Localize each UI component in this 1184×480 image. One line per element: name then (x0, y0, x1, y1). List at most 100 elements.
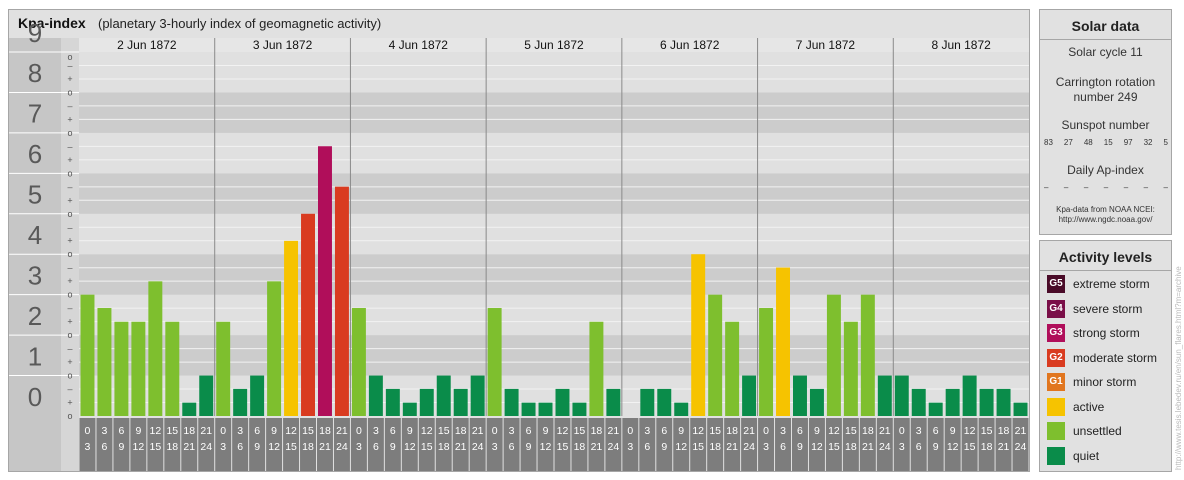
interval-end-label: 12 (268, 441, 280, 453)
interval-end-label: 9 (933, 441, 939, 453)
interval-start-label: 0 (492, 425, 498, 437)
kp-bar (555, 388, 570, 416)
interval-start-label: 9 (271, 425, 277, 437)
kp-bar (131, 321, 146, 416)
kp-bar (148, 281, 163, 416)
kp-bar (809, 388, 824, 416)
ap-value: – (1063, 183, 1069, 192)
kp-bar (521, 402, 536, 416)
interval-start-label: 21 (200, 425, 212, 437)
kp-bar (759, 308, 774, 416)
interval-start-label: 18 (183, 425, 195, 437)
kp-bar (877, 375, 892, 416)
interval-start-label: 15 (438, 425, 450, 437)
day-label: 5 Jun 1872 (524, 38, 584, 52)
minor-tick-mark: – (67, 384, 72, 394)
kp-bar (368, 375, 383, 416)
interval-start-label: 3 (644, 425, 650, 437)
interval-start-label: 3 (373, 425, 379, 437)
interval-end-label: 18 (981, 441, 993, 453)
minor-tick-mark: – (67, 263, 72, 273)
kp-bar (928, 402, 943, 416)
activity-level-item: G4 severe storm (1047, 299, 1171, 320)
interval-end-label: 24 (472, 441, 484, 453)
activity-level-swatch: G1 (1047, 373, 1065, 391)
kp-bar (436, 375, 451, 416)
activity-level-label: moderate storm (1073, 350, 1158, 365)
interval-end-label: 21 (726, 441, 738, 453)
interval-end-label: 9 (254, 441, 260, 453)
y-tick-label: 1 (28, 341, 42, 371)
interval-end-label: 18 (709, 441, 721, 453)
activity-level-swatch: G4 (1047, 299, 1065, 318)
interval-start-label: 21 (879, 425, 891, 437)
interval-end-label: 12 (947, 441, 959, 453)
interval-end-label: 18 (574, 441, 586, 453)
kp-bar (97, 308, 112, 416)
interval-end-label: 12 (811, 441, 823, 453)
kp-bar (216, 321, 231, 416)
interval-end-label: 6 (644, 441, 650, 453)
kp-bar (606, 388, 621, 416)
sunspot-value: 27 (1063, 138, 1073, 147)
kp-band (79, 52, 1029, 93)
interval-start-label: 0 (220, 425, 226, 437)
minor-tick-mark: o (67, 371, 72, 381)
minor-tick-mark: o (67, 209, 72, 219)
minor-tick-mark: + (67, 155, 72, 165)
kp-bar (419, 388, 434, 416)
kp-bar (894, 375, 909, 416)
activity-level-label: extreme storm (1073, 277, 1150, 291)
interval-end-label: 15 (557, 441, 569, 453)
kp-bar (1013, 402, 1028, 416)
interval-end-label: 12 (404, 441, 416, 453)
kp-bar (793, 375, 807, 416)
interval-end-label: 3 (492, 441, 498, 453)
kp-bar (334, 186, 349, 416)
activity-level-swatch (1047, 422, 1065, 440)
interval-start-label: 6 (118, 425, 124, 437)
interval-start-label: 12 (285, 425, 297, 437)
day-label: 3 Jun 1872 (253, 38, 313, 52)
kp-bar (114, 321, 129, 416)
minor-tick-mark: – (67, 344, 72, 354)
interval-end-label: 15 (828, 441, 840, 453)
minor-tick-mark: – (67, 303, 72, 313)
day-label: 8 Jun 1872 (931, 38, 991, 52)
interval-start-label: 6 (526, 425, 532, 437)
ap-value: – (1044, 183, 1049, 192)
interval-start-label: 0 (763, 425, 769, 437)
kp-bar (674, 402, 689, 416)
day-label: 6 Jun 1872 (660, 38, 720, 52)
data-source: Kpa-data from NOAA NCEI: http://www.ngdc… (1040, 205, 1171, 225)
kp-bar (80, 294, 95, 416)
kp-bar (301, 213, 315, 416)
y-tick-label: 7 (28, 99, 42, 129)
activity-level-item: G1 minor storm (1047, 373, 1171, 393)
interval-start-label: 21 (336, 425, 348, 437)
interval-end-label: 24 (608, 441, 620, 453)
kp-bar (742, 375, 757, 416)
interval-end-label: 21 (591, 441, 603, 453)
interval-end-label: 9 (390, 441, 396, 453)
kp-band (79, 132, 1029, 174)
interval-start-label: 21 (1015, 425, 1027, 437)
sunspot-value: 97 (1123, 138, 1133, 147)
minor-tick-mark: + (67, 276, 72, 286)
kp-bar (402, 402, 417, 416)
interval-start-label: 6 (797, 425, 803, 437)
activity-level-item: unsettled (1047, 422, 1171, 442)
divider (1040, 39, 1171, 40)
kp-bar (538, 402, 553, 416)
interval-start-label: 3 (237, 425, 243, 437)
interval-end-label: 3 (627, 441, 633, 453)
kp-bar (945, 388, 960, 416)
interval-end-label: 24 (1015, 441, 1027, 453)
kp-bar (996, 388, 1011, 416)
interval-start-label: 12 (964, 425, 976, 437)
interval-end-label: 15 (285, 441, 297, 453)
interval-start-label: 12 (692, 425, 704, 437)
interval-start-label: 6 (933, 425, 939, 437)
day-label: 2 Jun 1872 (117, 38, 177, 52)
interval-start-label: 3 (509, 425, 515, 437)
